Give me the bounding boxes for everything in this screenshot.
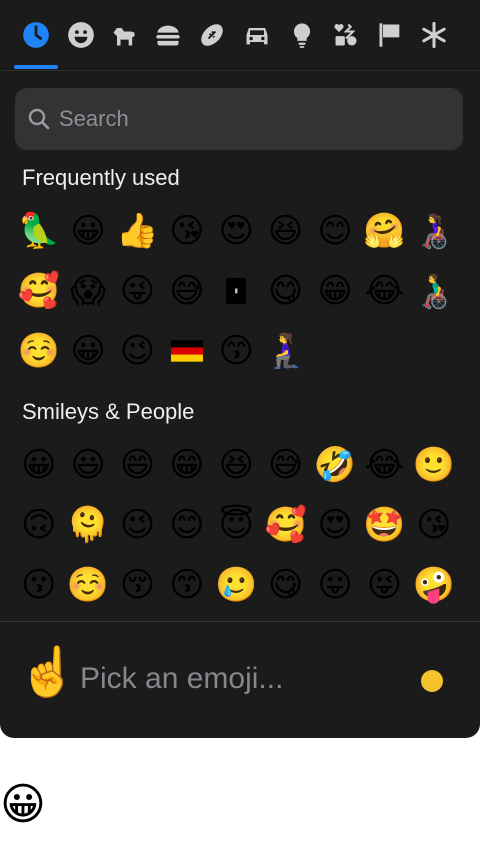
emoji-button[interactable]: 😍: [310, 495, 359, 555]
category-tabs: [0, 0, 480, 71]
lightbulb-icon: [293, 23, 311, 48]
asterisk-icon: [422, 21, 446, 49]
emoji-button[interactable]: 🥰: [261, 495, 310, 555]
football-icon: [201, 24, 223, 46]
emoji-button[interactable]: 😙: [162, 555, 211, 615]
emoji-button[interactable]: 😅: [261, 435, 310, 495]
emoji-button[interactable]: 😋: [261, 261, 310, 321]
smiley-icon: [68, 22, 94, 48]
symbols-icon: [334, 23, 357, 46]
emoji-button[interactable]: 😅: [162, 261, 211, 321]
emoji-button[interactable]: 😗: [14, 555, 63, 615]
emoji-button[interactable]: 🫠: [63, 495, 112, 555]
emoji-grid-frequently-used: 🦜 😀 👍 😘 😍 😆 😊 🤗 👩‍🦽 🥰 😱 😜 😅 ▮ 😋 😁 😂 👨‍🦽 ☺️ 😀 😉 😙 🧎‍♀️: [14, 201, 464, 381]
emoji-button[interactable]: 😇: [212, 495, 261, 555]
emoji-button[interactable]: 😘: [162, 201, 211, 261]
car-icon: [246, 28, 268, 45]
emoji-button[interactable]: 😉: [113, 321, 162, 381]
emoji-button[interactable]: 😁: [162, 435, 211, 495]
search-box[interactable]: [15, 88, 463, 150]
preview-emoji: ☝️: [18, 644, 78, 700]
tab-recent[interactable]: [16, 14, 56, 56]
emoji-button[interactable]: 😆: [212, 435, 261, 495]
emoji-button[interactable]: 😁: [310, 261, 359, 321]
search-icon: [28, 108, 50, 130]
section-title-smileys-people: Smileys & People: [22, 399, 195, 424]
tab-objects[interactable]: [282, 14, 322, 56]
preview-placeholder: Pick an emoji...: [80, 662, 284, 695]
tab-smileys[interactable]: [61, 14, 101, 56]
tab-animals[interactable]: [104, 14, 144, 56]
tab-activity[interactable]: [192, 14, 232, 56]
emoji-button[interactable]: 🤩: [360, 495, 409, 555]
germany-flag-icon: [170, 334, 203, 368]
active-tab-indicator: [14, 65, 58, 69]
emoji-button[interactable]: 🤣: [310, 435, 359, 495]
emoji-button[interactable]: 😘: [409, 495, 458, 555]
burger-icon: [156, 25, 180, 46]
emoji-button[interactable]: 😉: [113, 495, 162, 555]
footer-divider: [0, 621, 480, 622]
emoji-button[interactable]: 😀: [63, 201, 112, 261]
emoji-button[interactable]: 🧎‍♀️: [261, 321, 310, 381]
emoji-button[interactable]: 👩‍🦽: [409, 201, 458, 261]
emoji-button[interactable]: 🦜: [14, 201, 63, 261]
emoji-button[interactable]: 😜: [113, 261, 162, 321]
emoji-button[interactable]: 😚: [113, 555, 162, 615]
tab-flags[interactable]: [370, 14, 410, 56]
emoji-button[interactable]: ☺️: [14, 321, 63, 381]
emoji-button[interactable]: 😀: [63, 321, 112, 381]
clock-icon: [23, 22, 49, 48]
emoji-button[interactable]: 😂: [360, 261, 409, 321]
emoji-button[interactable]: 😀: [14, 435, 63, 495]
emoji-button[interactable]: 😍: [212, 201, 261, 261]
tab-travel[interactable]: [237, 14, 277, 56]
custom-emoji-icon: ▮: [226, 278, 247, 304]
emoji-button[interactable]: 😊: [162, 495, 211, 555]
emoji-button[interactable]: 🥰: [14, 261, 63, 321]
emoji-button[interactable]: 😊: [310, 201, 359, 261]
emoji-button[interactable]: 😃: [63, 435, 112, 495]
emoji-button[interactable]: 👍: [113, 201, 162, 261]
tab-symbols[interactable]: [326, 14, 366, 56]
emoji-button[interactable]: 😂: [360, 435, 409, 495]
emoji-button[interactable]: 😜: [360, 555, 409, 615]
emoji-button[interactable]: 🥲: [212, 555, 261, 615]
emoji-grid-smileys-people: 😀 😃 😄 😁 😆 😅 🤣 😂 🙂 🙃 🫠 😉 😊 😇 🥰 😍 🤩 😘 😗 ☺️ 😚 😙 🥲 😋 😛 😜 🤪: [14, 435, 464, 615]
emoji-button[interactable]: 😆: [261, 201, 310, 261]
emoji-picker: Frequently used 🦜😀👍😘😍😆😊🤗👩‍🦽🥰😱😜😅▮😋😁😂👨‍🦽☺️…: [0, 0, 480, 738]
emoji-button[interactable]: 🙃: [14, 495, 63, 555]
dog-icon: [113, 28, 135, 46]
search-input[interactable]: [57, 105, 451, 133]
emoji-button[interactable]: ☺️: [63, 555, 112, 615]
emoji-button[interactable]: ▮: [212, 261, 261, 321]
emoji-button[interactable]: 🤗: [360, 201, 409, 261]
section-title-frequently-used: Frequently used: [22, 165, 180, 190]
emoji-button[interactable]: 👨‍🦽: [409, 261, 458, 321]
emoji-button[interactable]: 😄: [113, 435, 162, 495]
selected-emoji[interactable]: 😀: [0, 783, 46, 827]
emoji-button[interactable]: [162, 321, 211, 381]
emoji-button[interactable]: 🙂: [409, 435, 458, 495]
emoji-button[interactable]: 🤪: [409, 555, 458, 615]
emoji-button[interactable]: 😛: [310, 555, 359, 615]
tab-custom[interactable]: [414, 14, 454, 56]
emoji-button[interactable]: 😱: [63, 261, 112, 321]
skin-tone-button[interactable]: [421, 670, 443, 692]
emoji-button[interactable]: 😋: [261, 555, 310, 615]
tab-food[interactable]: [148, 14, 188, 56]
emoji-button[interactable]: 😙: [212, 321, 261, 381]
flag-icon: [379, 23, 400, 47]
